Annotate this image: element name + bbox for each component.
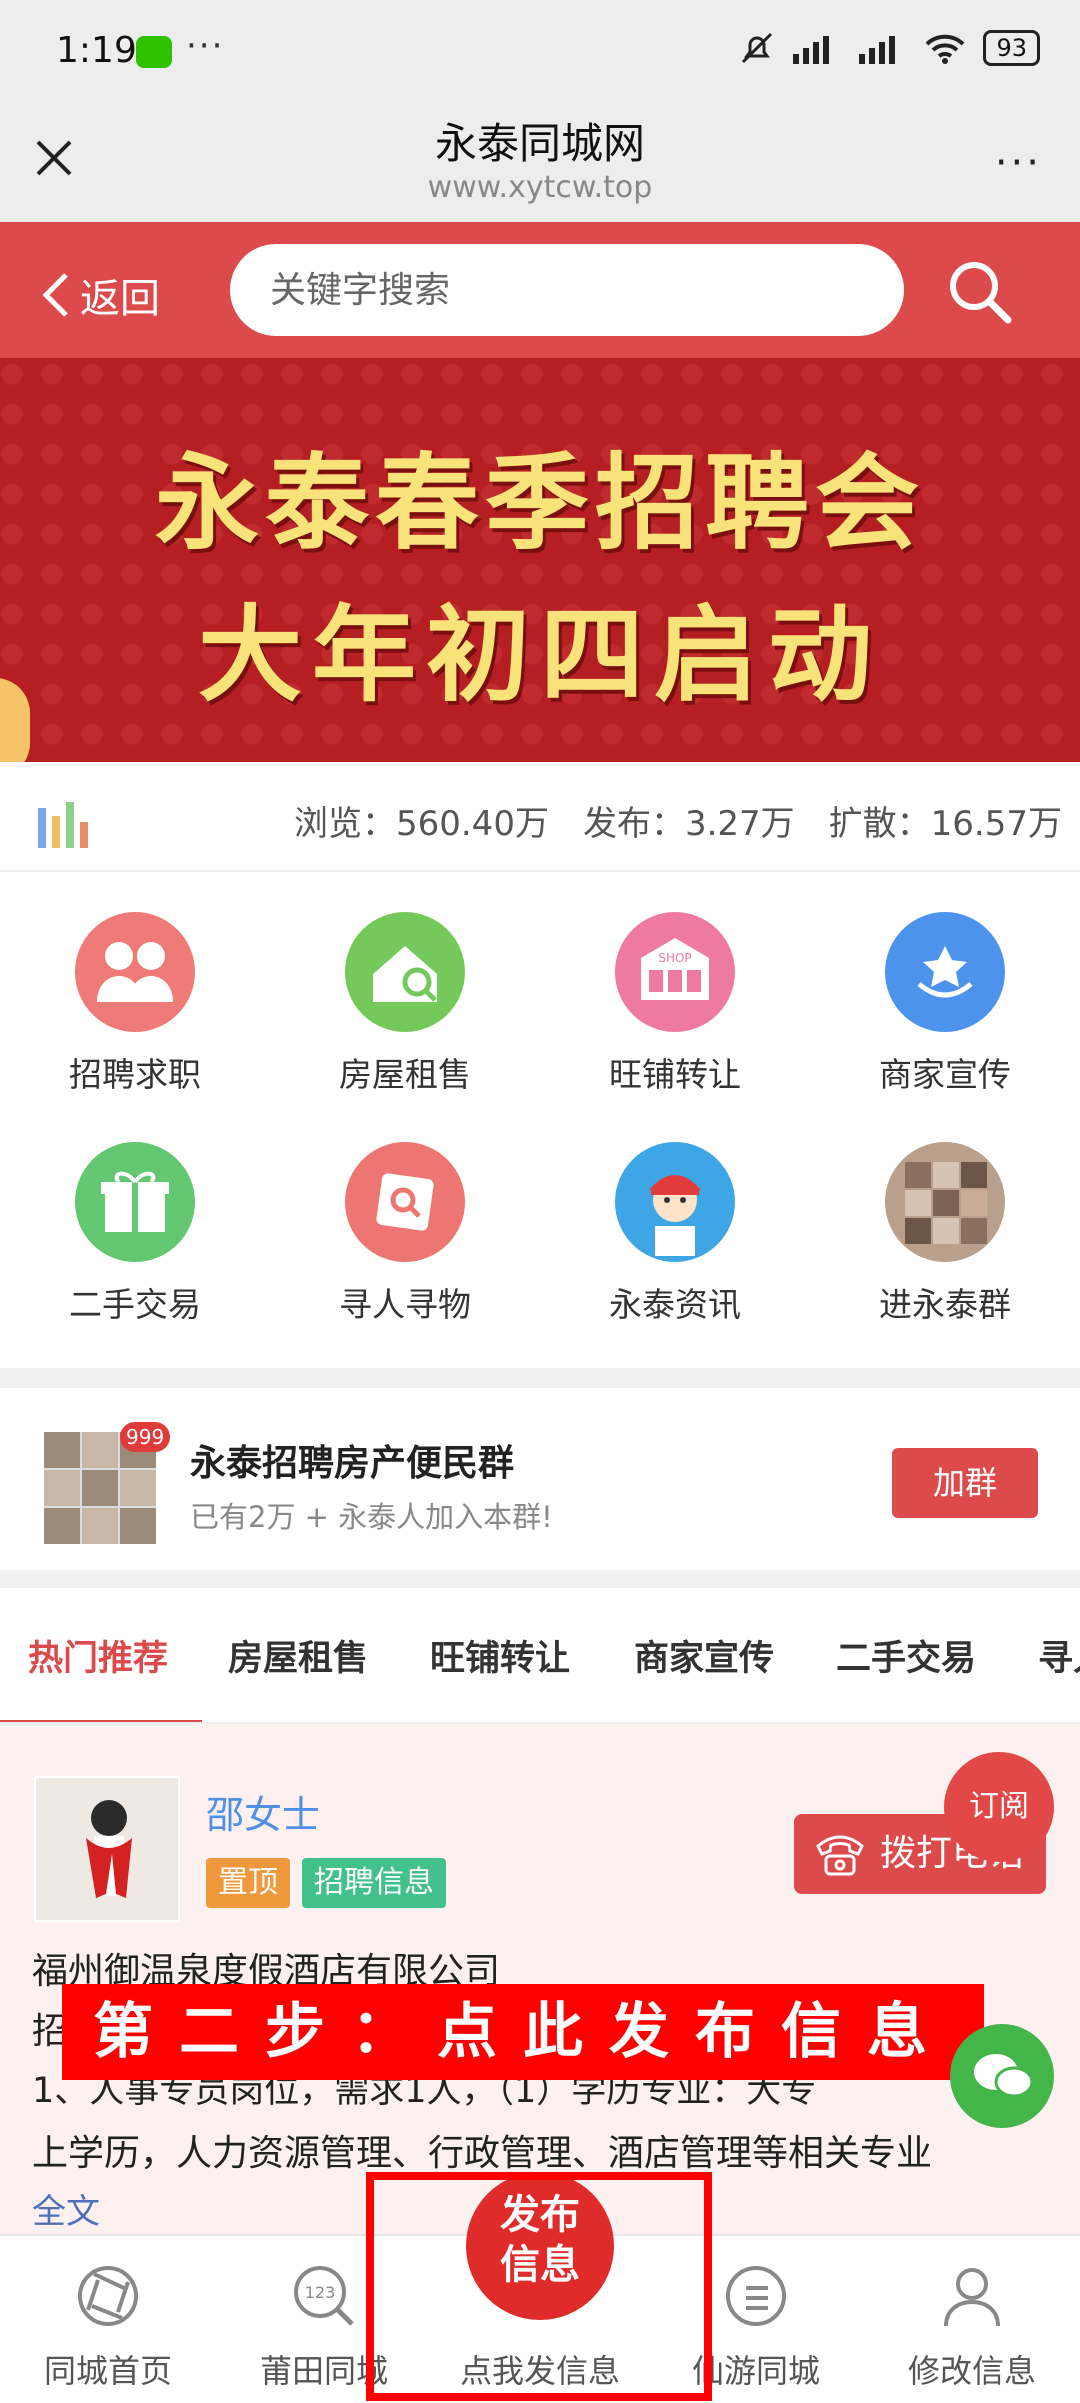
house-search-icon (345, 912, 465, 1032)
svg-text:SHOP: SHOP (658, 951, 691, 965)
category-label: 商家宣传 (879, 1055, 1011, 1094)
site-header: 返回 (0, 222, 1080, 358)
category-join-group[interactable]: 进永泰群 (810, 1102, 1080, 1332)
category-shop[interactable]: SHOP 旺铺转让 (540, 872, 810, 1102)
signal-icon (793, 36, 830, 64)
battery-indicator: 93 (983, 30, 1040, 66)
back-label: 返回 (80, 276, 160, 322)
wifi-icon (926, 34, 965, 64)
more-menu-button[interactable]: ··· (995, 140, 1042, 186)
category-merchant[interactable]: 商家宣传 (810, 872, 1080, 1102)
tab-house[interactable]: 房屋租售 (228, 1630, 368, 1681)
search-box[interactable] (230, 244, 904, 336)
section-divider (0, 1570, 1080, 1588)
group-photo-icon (885, 1142, 1005, 1262)
chevron-left-icon (42, 273, 68, 317)
stat-shares: 扩散：16.57万 (828, 804, 1062, 844)
stats-chart-icon (38, 802, 88, 848)
banner-subheadline: 大年初四启动 (197, 594, 882, 716)
group-subtitle: 已有2万 + 永泰人加入本群! (190, 1500, 553, 1534)
group-promo[interactable]: 999 永泰招聘房产便民群 已有2万 + 永泰人加入本群! 加群 (0, 1388, 1080, 1570)
stat-views: 浏览：560.40万 (293, 804, 549, 844)
category-grid: 招聘求职 房屋租售 SHOP 旺铺转让 商家宣传 二手交易 寻人寻物 永泰资讯 (0, 872, 1080, 1368)
status-bar: 1:19 ··· 93 (0, 0, 1080, 100)
status-time: 1:19 (56, 30, 137, 71)
category-badge: 招聘信息 (302, 1858, 446, 1908)
online-service-button[interactable] (950, 2024, 1054, 2128)
category-label: 进永泰群 (879, 1285, 1011, 1324)
category-house[interactable]: 房屋租售 (270, 872, 540, 1102)
category-label: 旺铺转让 (609, 1055, 741, 1094)
category-label: 寻人寻物 (339, 1285, 471, 1324)
poster-name[interactable]: 邵女士 (206, 1784, 320, 1839)
user-icon (944, 2268, 1000, 2327)
search-input[interactable] (230, 244, 904, 336)
group-title: 永泰招聘房产便民群 (190, 1443, 515, 1484)
nav-label: 修改信息 (907, 2352, 1036, 2390)
chat-bubble-icon (974, 2054, 1034, 2098)
list-circle-icon (726, 2266, 786, 2326)
nav-home[interactable]: 同城首页 (0, 2236, 216, 2403)
site-stats: 浏览：560.40万 发布：3.27万 扩散：16.57万 (0, 762, 1080, 872)
post-card[interactable]: 邵女士 置顶 招聘信息 拨打电话 订阅 福州御温泉度假酒店有限公司 招 1、人事… (0, 1724, 1080, 2234)
nav-label: 同城首页 (43, 2352, 172, 2390)
category-label: 永泰资讯 (609, 1285, 741, 1324)
tab-merchant[interactable]: 商家宣传 (634, 1630, 774, 1681)
svg-text:123: 123 (305, 2283, 336, 2302)
category-label: 二手交易 (69, 1285, 201, 1324)
category-label: 房屋租售 (339, 1055, 471, 1094)
search-person-icon (345, 1142, 465, 1262)
tab-lost-found[interactable]: 寻人 (1038, 1630, 1080, 1681)
category-secondhand[interactable]: 二手交易 (0, 1102, 270, 1332)
stat-posts: 发布：3.27万 (582, 804, 795, 844)
category-tabs: 热门推荐 房屋租售 旺铺转让 商家宣传 二手交易 寻人 (0, 1588, 1080, 1724)
subscribe-button[interactable]: 订阅 (944, 1752, 1054, 1862)
tab-shop[interactable]: 旺铺转让 (430, 1630, 570, 1681)
status-more-dots: ··· (186, 26, 225, 66)
tab-hot[interactable]: 热门推荐 (28, 1630, 168, 1681)
mute-bell-icon (742, 32, 773, 64)
search-123-icon: 123 (294, 2266, 354, 2326)
merchant-icon (885, 912, 1005, 1032)
section-divider (0, 1368, 1080, 1388)
highlight-box (366, 2172, 712, 2401)
instruction-overlay: 第二步：点此发布信息 (62, 1984, 984, 2080)
join-group-button[interactable]: 加群 (892, 1448, 1038, 1518)
nav-edit-info[interactable]: 修改信息 (864, 2236, 1080, 2403)
home-aperture-icon (78, 2266, 138, 2326)
category-label: 招聘求职 (69, 1055, 201, 1094)
gift-icon (75, 1142, 195, 1262)
signal-icon-2 (859, 36, 896, 64)
group-count-badge: 999 (120, 1422, 171, 1452)
wechat-icon (136, 36, 172, 68)
promo-banner[interactable]: 永泰春季招聘会 大年初四启动 (0, 358, 1080, 762)
browser-title-bar: 永泰同城网 www.xytcw.top ··· (0, 100, 1080, 222)
search-icon[interactable] (944, 256, 1016, 328)
tab-secondhand[interactable]: 二手交易 (836, 1630, 976, 1681)
avatar[interactable] (34, 1776, 180, 1922)
post-content-line: 上学历，人力资源管理、行政管理、酒店管理等相关专业 (32, 2133, 933, 2174)
category-news[interactable]: 永泰资讯 (540, 1102, 810, 1332)
page-url: www.xytcw.top (427, 170, 653, 205)
category-lost-found[interactable]: 寻人寻物 (270, 1102, 540, 1332)
back-button[interactable]: 返回 (38, 266, 160, 324)
read-full-link[interactable]: 全文 (32, 2184, 100, 2233)
category-job[interactable]: 招聘求职 (0, 872, 270, 1102)
job-seek-icon (75, 912, 195, 1032)
shop-icon: SHOP (615, 912, 735, 1032)
banner-headline: 永泰春季招聘会 (154, 442, 925, 564)
phone-icon (816, 1835, 864, 1876)
page-title: 永泰同城网 (434, 119, 645, 168)
news-avatar-icon (615, 1142, 735, 1262)
status-indicators: 93 (739, 30, 1040, 66)
pinned-badge: 置顶 (206, 1858, 290, 1908)
